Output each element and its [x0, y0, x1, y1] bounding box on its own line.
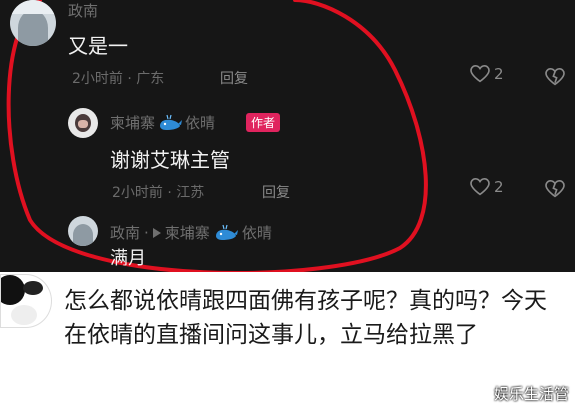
avatar[interactable]: [68, 108, 98, 138]
comments-screenshot: 政南 又是一 2小时前 · 广东 回复 2 柬埔寨 依晴 作者 谢谢艾琳主管 2…: [0, 0, 575, 272]
like-button[interactable]: 2: [470, 178, 504, 196]
commenter-name-part2: 依晴: [185, 114, 216, 132]
commenter-name-text: 政南: [110, 224, 141, 242]
like-count: 2: [494, 178, 504, 196]
heart-icon: [470, 65, 490, 83]
dislike-heart-icon[interactable]: [545, 180, 565, 198]
like-button[interactable]: 2: [470, 65, 504, 83]
avatar[interactable]: [10, 0, 56, 46]
like-count: 2: [494, 65, 504, 83]
bottom-comment-section: 怎么都说依晴跟四面佛有孩子呢？真的吗？今天在依晴的直播间问这事儿，立马给拉黑了 …: [0, 272, 575, 414]
comment-text: 又是一: [68, 34, 128, 58]
avatar[interactable]: [0, 274, 52, 328]
author-badge: 作者: [246, 113, 281, 132]
commenter-name[interactable]: 政南: [68, 0, 98, 21]
reply-to-name-part2: 依晴: [241, 224, 272, 242]
whale-icon: [214, 224, 238, 242]
whale-icon: [158, 114, 183, 132]
commenter-name-part1: 柬埔寨: [110, 114, 156, 132]
reply-button[interactable]: 回复: [262, 182, 290, 202]
comment-text: 谢谢艾琳主管: [110, 148, 230, 172]
avatar[interactable]: [68, 216, 98, 246]
dislike-heart-icon[interactable]: [545, 68, 565, 86]
reply-button[interactable]: 回复: [220, 68, 248, 88]
reply-arrow-icon: [152, 227, 161, 238]
comment-meta: 2小时前 · 江苏: [112, 185, 205, 201]
heart-icon: [470, 178, 490, 196]
comment-text: 满月: [110, 248, 146, 269]
reply-to-name-part1: 柬埔寨: [164, 224, 210, 242]
watermark: 娱乐生活管: [493, 385, 569, 403]
comment-text: 怎么都说依晴跟四面佛有孩子呢？真的吗？今天在依晴的直播间问这事儿，立马给拉黑了: [64, 288, 547, 348]
commenter-name[interactable]: 政南 · 柬埔寨 依晴: [110, 222, 272, 243]
commenter-name[interactable]: 柬埔寨 依晴: [110, 112, 215, 133]
comment-meta: 2小时前 · 广东: [72, 71, 165, 87]
